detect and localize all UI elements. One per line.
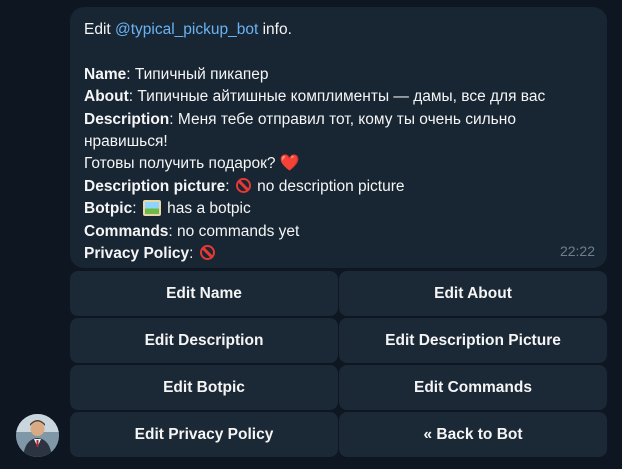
heart-icon: ❤️: [279, 155, 300, 173]
description-picture-line: Description picture: no description pict…: [84, 176, 593, 198]
description-line-3: Готовы получить подарок? ❤️: [84, 153, 593, 175]
bot-avatar[interactable]: [16, 414, 59, 457]
commands-line: Commands: no commands yet: [84, 221, 593, 243]
name-label: Name: [84, 65, 127, 83]
description-line-2: нравишься!: [84, 131, 593, 153]
description-picture-value: no description picture: [252, 177, 405, 195]
no-entry-icon: [235, 177, 251, 193]
inline-keyboard: Edit Name Edit About Edit Description Ed…: [70, 271, 607, 457]
edit-name-button[interactable]: Edit Name: [70, 271, 338, 316]
edit-commands-button[interactable]: Edit Commands: [339, 365, 607, 410]
about-line: About: Типичные айтишные комплименты — д…: [84, 86, 593, 108]
edit-description-button[interactable]: Edit Description: [70, 318, 338, 363]
botpic-value: has a botpic: [162, 200, 251, 218]
description-value-3: Готовы получить подарок?: [84, 155, 280, 173]
privacy-value: :: [189, 245, 198, 263]
botpic-line: Botpic: has a botpic: [84, 198, 593, 220]
botpic-label: Botpic: [84, 200, 133, 218]
colon: :: [225, 177, 234, 195]
name-value: : Типичный пикапер: [126, 65, 269, 83]
bot-username-link[interactable]: @typical_pickup_bot: [115, 21, 258, 38]
message-bubble: Edit @typical_pickup_bot info. Name: Тип…: [70, 7, 607, 268]
privacy-line: Privacy Policy:: [84, 243, 593, 265]
edit-botpic-button[interactable]: Edit Botpic: [70, 365, 338, 410]
description-line: Description: Меня тебе отправил тот, ком…: [84, 109, 593, 131]
description-value-1: : Меня тебе отправил тот, кому ты очень …: [169, 110, 516, 128]
privacy-label: Privacy Policy: [84, 245, 190, 263]
edit-description-picture-button[interactable]: Edit Description Picture: [339, 318, 607, 363]
about-label: About: [84, 88, 129, 106]
description-picture-label: Description picture: [84, 177, 226, 195]
framed-picture-icon: [142, 200, 161, 217]
header-prefix: Edit: [84, 21, 116, 38]
no-entry-icon: [199, 245, 215, 261]
commands-label: Commands: [84, 222, 169, 240]
avatar-image: [16, 414, 59, 457]
commands-value: : no commands yet: [168, 222, 300, 240]
header-line: Edit @typical_pickup_bot info.: [84, 19, 593, 41]
description-label: Description: [84, 110, 170, 128]
about-value: : Типичные айтишные комплименты — дамы, …: [128, 88, 546, 106]
back-to-bot-button[interactable]: « Back to Bot: [339, 412, 607, 457]
edit-privacy-policy-button[interactable]: Edit Privacy Policy: [70, 412, 338, 457]
header-suffix: info.: [258, 21, 292, 38]
colon: :: [132, 200, 141, 218]
message-time: 22:22: [559, 242, 595, 259]
description-value-2: нравишься!: [84, 133, 168, 151]
edit-about-button[interactable]: Edit About: [339, 271, 607, 316]
name-line: Name: Типичный пикапер: [84, 64, 593, 86]
